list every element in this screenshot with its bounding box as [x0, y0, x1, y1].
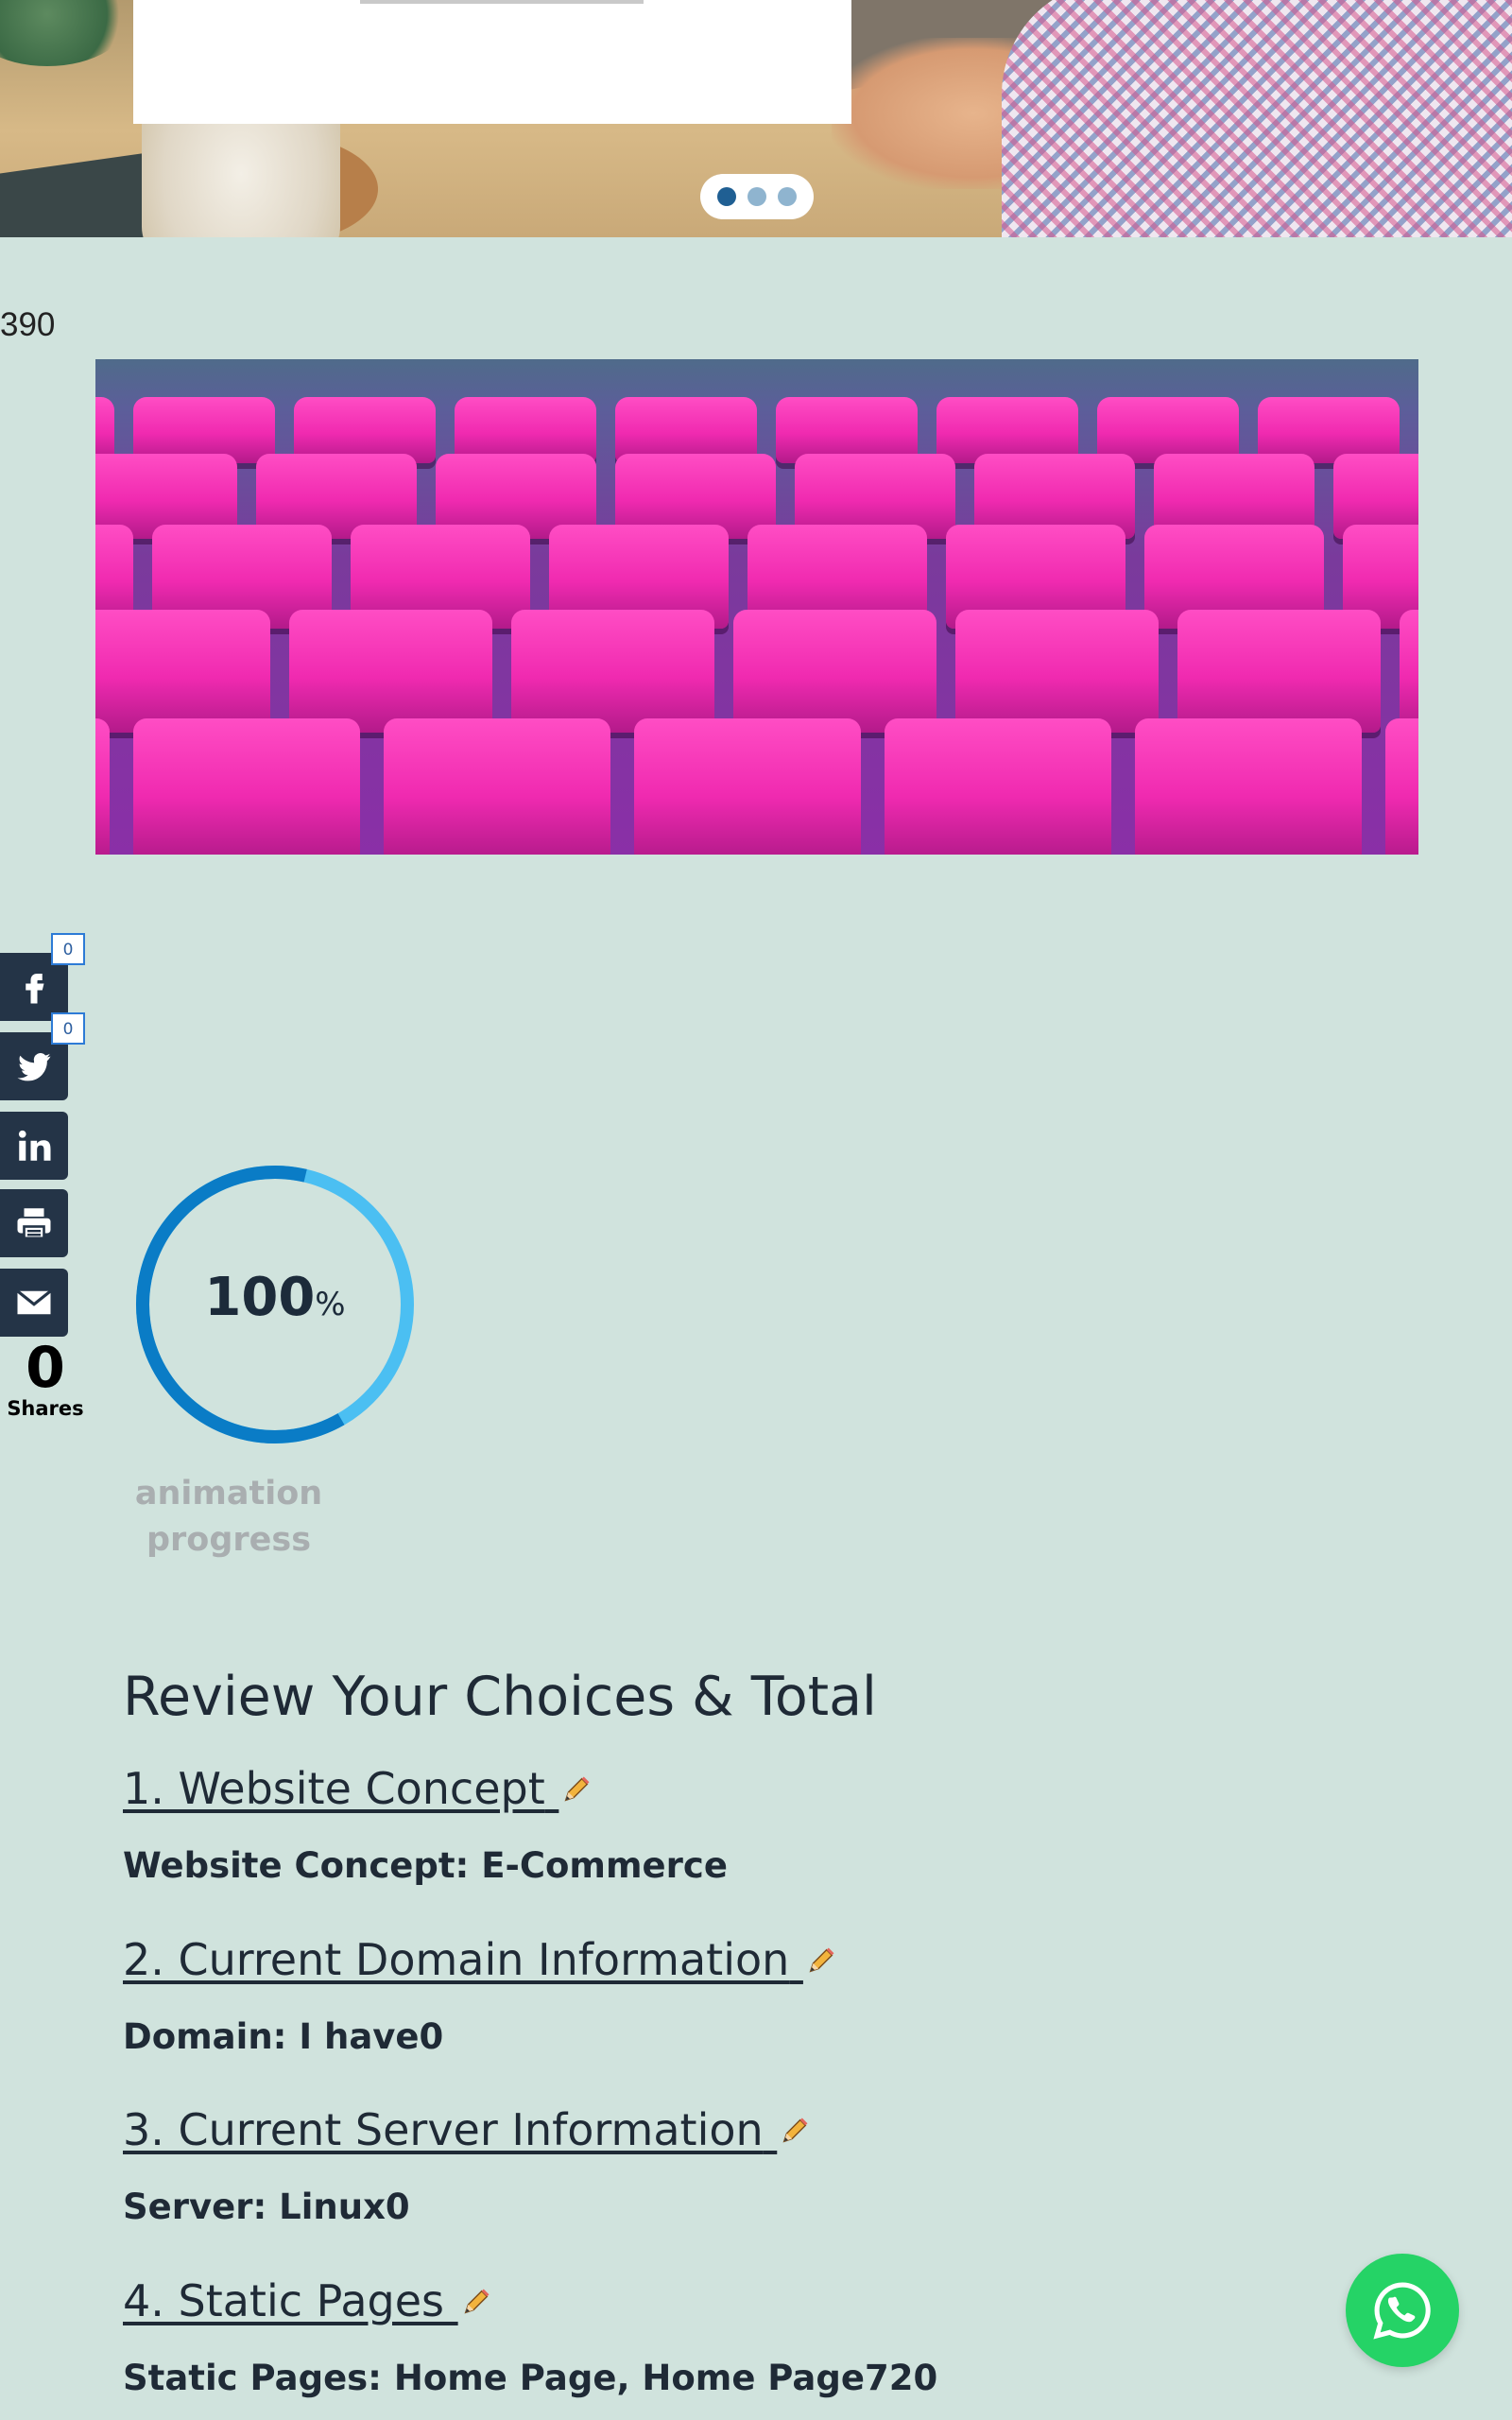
- seat-shape: [1177, 610, 1381, 733]
- counter-text: 390: [0, 306, 56, 343]
- total-shares: 0 Shares: [0, 1339, 91, 1420]
- progress-value: 100%: [133, 1267, 417, 1328]
- step-link-label: 4. Static Pages: [123, 2275, 444, 2326]
- pencil-icon[interactable]: [779, 2115, 811, 2147]
- step-value-website-concept: Website Concept: E-Commerce: [123, 1845, 728, 1886]
- review-heading: Review Your Choices & Total: [123, 1666, 877, 1728]
- step-link-website-concept[interactable]: 1. Website Concept: [123, 1763, 593, 1814]
- seat-shape: [955, 610, 1159, 733]
- pencil-icon[interactable]: [460, 2286, 492, 2318]
- step-link-domain[interactable]: 2. Current Domain Information: [123, 1934, 837, 1985]
- seat-shape: [133, 718, 360, 855]
- linkedin-icon: [18, 1130, 51, 1161]
- step-link-label: 2. Current Domain Information: [123, 1934, 790, 1985]
- seat-shape: [733, 610, 936, 733]
- seat-shape: [95, 718, 110, 855]
- step-link-label: 1. Website Concept: [123, 1763, 545, 1814]
- step-link-server[interactable]: 3. Current Server Information: [123, 2104, 811, 2155]
- seat-shape: [384, 718, 610, 855]
- progress-caption: animation progress: [123, 1471, 335, 1564]
- hero-caption-text-fragment: [360, 0, 644, 4]
- seat-shape: [511, 610, 714, 733]
- slider-dot-1[interactable]: [717, 187, 736, 206]
- pencil-icon[interactable]: [805, 1945, 837, 1977]
- total-shares-count: 0: [26, 1335, 65, 1401]
- hero-caption-card: [133, 0, 851, 124]
- step-link-label: 3. Current Server Information: [123, 2104, 764, 2155]
- linkedin-share-button[interactable]: [0, 1112, 68, 1180]
- email-share-button[interactable]: [0, 1269, 68, 1337]
- seat-shape: [634, 718, 861, 855]
- twitter-icon: [17, 1053, 51, 1081]
- progress-caption-line1: animation: [134, 1475, 323, 1512]
- seat-shape: [95, 610, 270, 733]
- step-value-server: Server: Linux0: [123, 2187, 410, 2227]
- step-value-static-pages: Static Pages: Home Page, Home Page720: [123, 2358, 938, 2398]
- seat-shape: [289, 610, 492, 733]
- hero-slider: [0, 0, 1512, 237]
- progress-caption-line2: progress: [146, 1521, 312, 1559]
- slider-dot-3[interactable]: [778, 187, 797, 206]
- stadium-seats-image: [95, 359, 1418, 855]
- step-value-domain: Domain: I have0: [123, 2016, 444, 2057]
- hero-shirt: [1002, 0, 1512, 237]
- slider-dot-2[interactable]: [747, 187, 766, 206]
- seat-shape: [885, 718, 1111, 855]
- envelope-icon: [16, 1289, 52, 1315]
- whatsapp-icon: [1373, 2282, 1431, 2340]
- seat-shape: [1135, 718, 1362, 855]
- step-link-static-pages[interactable]: 4. Static Pages: [123, 2275, 492, 2326]
- seat-shape: [1400, 610, 1418, 733]
- twitter-share-count: 0: [51, 1012, 85, 1045]
- facebook-icon: [26, 974, 44, 1004]
- seat-shape: [1385, 718, 1418, 855]
- progress-unit: %: [315, 1286, 346, 1323]
- print-button[interactable]: [0, 1189, 68, 1257]
- slider-pagination: [700, 174, 814, 219]
- whatsapp-chat-button[interactable]: [1346, 2254, 1459, 2367]
- facebook-share-count: 0: [51, 933, 85, 965]
- progress-number: 100: [204, 1267, 316, 1328]
- total-shares-label: Shares: [7, 1397, 84, 1420]
- hero-plant: [0, 0, 132, 66]
- printer-icon: [17, 1208, 51, 1240]
- pencil-icon[interactable]: [560, 1773, 593, 1806]
